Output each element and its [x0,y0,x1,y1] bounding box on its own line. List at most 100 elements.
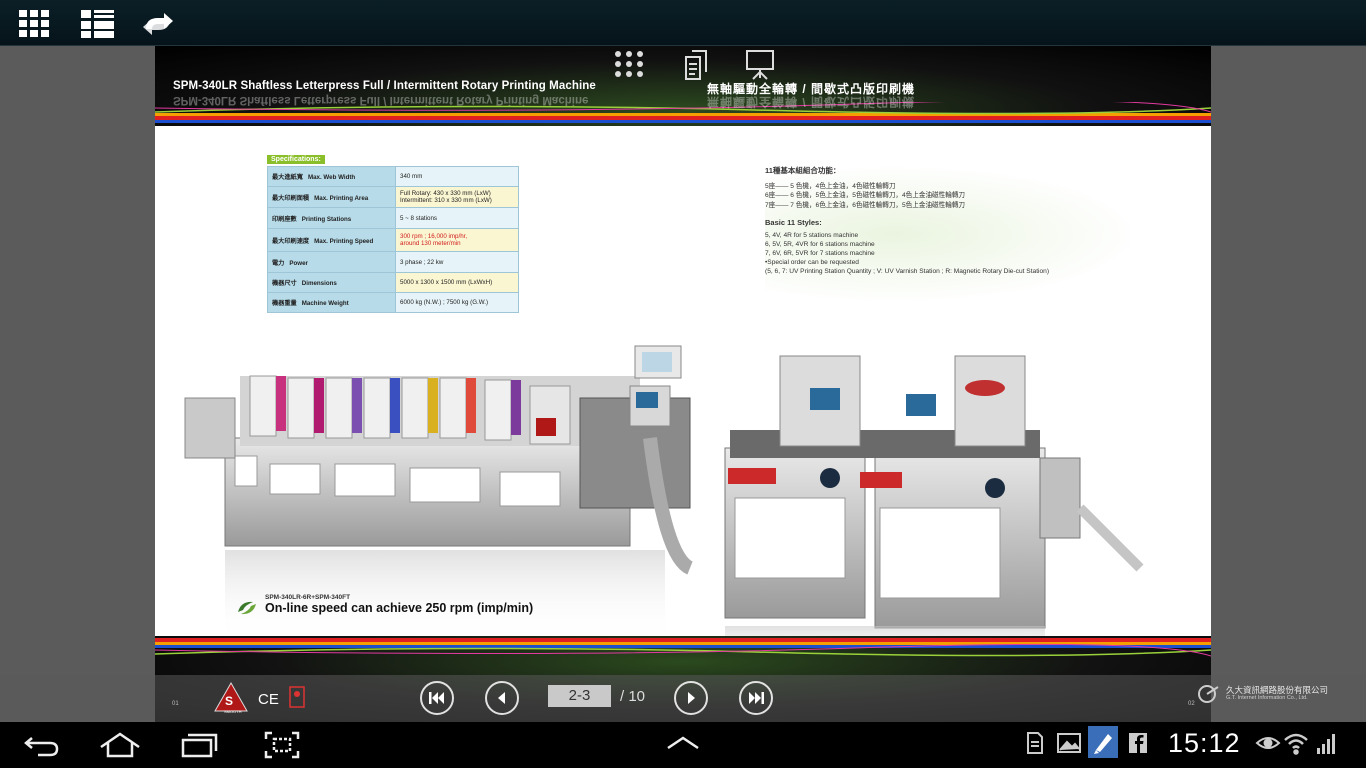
spec-key: 電力 Power [267,251,396,273]
presentation-icon[interactable] [743,48,777,87]
back-icon[interactable] [22,730,62,765]
prev-page-icon [498,692,505,704]
chevron-up-icon[interactable] [665,730,701,761]
styles-line: 7座—— 7 色機，6色上金油，6色磁性輪轉刀，5色上金油磁性輪轉刀 [765,201,966,209]
spec-key: 最大進紙寬 Max. Web Width [267,166,396,187]
spec-key-zh: 電力 [272,259,285,267]
next-page-icon [688,692,695,704]
thumbnail-grid-icon[interactable] [15,6,55,42]
spec-key-zh: 機器重量 [272,300,297,307]
facebook-icon[interactable] [1127,730,1149,761]
company-name-zh: 久大資訊網路股份有限公司 [1226,685,1329,695]
caption-text: On-line speed can achieve 250 rpm (imp/m… [265,601,534,615]
last-page-button[interactable] [739,681,773,715]
company-logo-icon [1198,685,1219,703]
screen: SPM-340LR Shaftless Letterpress Full / I… [0,0,1366,768]
styles-line: 5, 4V, 4R for 5 stations machine [765,231,859,239]
specifications-tag: Specifications: [267,155,325,164]
spec-key-en: Max. Web Width [307,174,356,181]
page-title-en: SPM-340LR Shaftless Letterpress Full / I… [173,80,596,92]
spec-value: 340 mm [395,166,519,187]
caption-model: SPM-340LR-6R+SPM-340FT [265,594,351,601]
spec-row: 印刷座數 Printing Stations 5 ~ 8 stations [267,207,519,229]
spec-value: 300 rpm ; 16,000 imp/hr, around 130 mete… [395,228,519,252]
home-icon[interactable] [98,730,142,765]
spec-key-en: Printing Stations [301,215,352,223]
spec-key: 最大印刷速度 Max. Printing Speed [267,228,396,252]
spec-key: 機器尺寸 Dimensions [267,272,396,293]
styles-line: (5, 6, 7: UV Printing Station Quantity ;… [765,268,1050,276]
clock: 15:12 [1168,728,1241,758]
spec-value: 6000 kg (N.W.) ; 7500 kg (G.W.) [395,292,519,313]
spec-key: 機器重量 Machine Weight [267,292,396,313]
page-navigation-bar: 01 S SMOOTH CE 2-3 / 10 02 久大資訊網路股份有限公司 … [0,675,1366,722]
styles-line: •Special order can be requested [765,259,859,267]
smooth-logo: S SMOOTH CE [212,679,312,720]
prev-page-button[interactable] [485,681,519,715]
spec-row: 最大印刷面積 Max. Printing Area Full Rotary: 430… [267,186,519,208]
spec-row: 最大印刷速度 Max. Printing Speed 300 rpm ; 16,00… [267,228,519,252]
svg-text:S: S [225,694,233,708]
spec-key: 印刷座數 Printing Stations [267,207,396,229]
signal-icon [1315,730,1339,761]
spec-row: 機器尺寸 Dimensions 5000 x 1300 x 1500 mm (LxW… [267,272,519,293]
spec-table: 最大進紙寬 Max. Web Width 340 mm 最大印刷面積 Max. Prin… [267,166,519,313]
specifications-table: Specifications: 最大進紙寬 Max. Web Width 340 m… [267,148,519,313]
overlay-toolbar [610,46,790,82]
copy-pages-icon[interactable] [680,48,714,87]
first-page-button[interactable] [420,681,454,715]
styles-en-list: 5, 4V, 4R for 5 stations machine 6, 5V, 5… [765,231,1135,276]
system-navigation-bar: 15:12 [0,722,1366,768]
document-viewer[interactable]: SPM-340LR Shaftless Letterpress Full / I… [0,46,1366,722]
page-number-right: 02 [1188,701,1195,707]
swirl-logo-icon [238,601,256,615]
printing-machine-image [184,345,1144,666]
wifi-icon [1283,730,1309,761]
styles-title-zh: 11種基本組組合功能： [765,166,841,175]
spec-key-en: Dimensions [301,280,337,287]
screenshot-icon[interactable] [263,730,301,765]
styles-line: 5座—— 5 色機，4色上金油，4色磁性輪轉刀 [765,183,896,191]
styles-line: 6座—— 6 色機，5色上金油，5色磁性輪轉刀，4色上金油磁性輪轉刀 [765,192,966,200]
spec-value: Full Rotary: 430 x 330 mm (LxW) Intermit… [395,186,519,208]
list-view-icon[interactable] [77,6,117,42]
page-title-zh-reflection: 無軸驅動全輪轉 / 間歇式凸版印刷機 [707,95,916,109]
styles-zh-list: 5座—— 5 色機，4色上金油，4色磁性輪轉刀 6座—— 6 色機，5色上金油，5… [765,182,1135,209]
eye-icon[interactable] [1255,730,1281,761]
spec-value: 5000 x 1300 x 1500 mm (LxWxH) [395,272,519,293]
styles-line: 6, 5V, 5R, 4VR for 6 stations machine [765,241,875,249]
spec-value: 5 ~ 8 stations [395,207,519,229]
top-app-bar [0,0,1366,46]
smooth-logo-text: SMOOTH [224,709,242,714]
page-title-en-reflection: SPM-340LR Shaftless Letterpress Full / I… [173,94,589,106]
company-name: 久大資訊網路股份有限公司 G.T. Internet Information C… [1226,685,1329,701]
spec-key: 最大印刷面積 Max. Printing Area [267,186,396,208]
first-page-icon [429,692,444,704]
machine-caption: SPM-340LR-6R+SPM-340FT On-line speed can… [235,594,533,615]
total-pages: / 10 [620,688,646,705]
spec-row: 電力 Power 3 phase ; 22 kw [267,251,519,273]
footer-rainbow-decoration [155,638,1211,657]
brochure-page: SPM-340LR Shaftless Letterpress Full / I… [155,46,1211,722]
spec-key-en: Max. Printing Area [314,194,369,202]
spec-key-en: Max. Printing Speed [314,237,374,245]
spec-key-zh: 最大進紙寬 [272,174,303,181]
spec-key-zh: 最大印刷面積 [272,194,310,202]
sd-card-icon[interactable] [1025,730,1045,761]
spec-value: 3 phase ; 22 kw [395,251,519,273]
gallery-icon[interactable] [1056,730,1082,761]
grid-dots-icon[interactable] [612,48,648,85]
spec-key-en: Power [289,259,308,267]
recent-apps-icon[interactable] [180,730,220,765]
spec-key-en: Machine Weight [301,300,349,307]
next-page-button[interactable] [674,681,708,715]
spec-key-zh: 機器尺寸 [272,280,297,287]
edit-icon[interactable] [1088,726,1118,763]
share-icon[interactable] [138,6,178,42]
current-page-field[interactable]: 2-3 [548,685,611,707]
spec-key-zh: 印刷座數 [272,215,297,223]
page-number-left: 01 [172,701,179,707]
ce-mark: CE [258,691,279,708]
last-page-icon [749,692,764,704]
spec-row: 最大進紙寬 Max. Web Width 340 mm [267,166,519,187]
